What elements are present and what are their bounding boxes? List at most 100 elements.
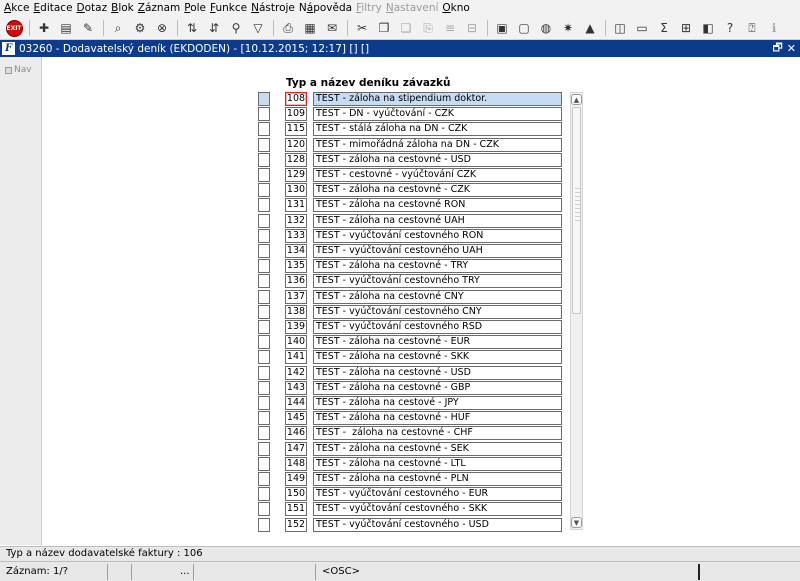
- table-row[interactable]: 149 TEST - záloha na cestovné - PLN: [258, 472, 566, 486]
- journal-code-field[interactable]: 147: [285, 441, 307, 456]
- journal-code-field[interactable]: 120: [285, 137, 307, 152]
- row-checkbox[interactable]: [258, 137, 270, 152]
- journal-name-field[interactable]: TEST - záloha na cestovné - LTL: [313, 456, 562, 471]
- row-checkbox[interactable]: [258, 502, 270, 517]
- row-checkbox[interactable]: [258, 304, 270, 319]
- table-row[interactable]: 108 TEST - záloha na stipendium doktor.: [258, 92, 566, 106]
- journal-code-field[interactable]: 142: [285, 365, 307, 380]
- journal-code-field[interactable]: 145: [285, 411, 307, 426]
- save-icon[interactable]: ✚: [34, 18, 54, 38]
- journal-code-field[interactable]: 144: [285, 396, 307, 410]
- globe-icon[interactable]: ◍: [536, 18, 556, 38]
- row-checkbox[interactable]: [258, 335, 270, 350]
- sum-icon[interactable]: Σ: [654, 18, 674, 38]
- journal-name-field[interactable]: TEST - záloha na cestovné UAH: [313, 213, 562, 228]
- table-row[interactable]: 144 TEST - záloha na cestové - JPY: [258, 396, 566, 410]
- journal-code-field[interactable]: 151: [285, 502, 307, 517]
- table-row[interactable]: 143 TEST - záloha na cestovné - GBP: [258, 380, 566, 395]
- table-row[interactable]: 132 TEST - záloha na cestovné UAH: [258, 213, 566, 228]
- journal-code-field[interactable]: 136: [285, 274, 307, 289]
- table-row[interactable]: 147 TEST - záloha na cestovné - SEK: [258, 441, 566, 456]
- journal-name-field[interactable]: TEST - záloha na cestovné - HUF: [313, 411, 562, 426]
- menu-item-0[interactable]: Akce: [4, 0, 34, 17]
- warning-icon[interactable]: ▲: [580, 18, 600, 38]
- duplicate-icon[interactable]: ⎘: [418, 18, 438, 38]
- vertical-scrollbar[interactable]: ▲ ▼: [570, 92, 583, 530]
- row-checkbox[interactable]: [258, 320, 270, 334]
- journal-name-field[interactable]: TEST - záloha na cestovné - SKK: [313, 350, 562, 365]
- journal-name-field[interactable]: TEST - vyúčtování cestovného - EUR: [313, 487, 562, 502]
- journal-code-field[interactable]: 149: [285, 472, 307, 486]
- table-row[interactable]: 152 TEST - vyúčtování cestovného - USD: [258, 517, 566, 532]
- journal-name-field[interactable]: TEST - mimořádná záloha na DN - CZK: [313, 137, 562, 152]
- exit-button[interactable]: EXIT: [4, 18, 24, 38]
- table-row[interactable]: 133 TEST - vyúčtování cestovného RON: [258, 228, 566, 243]
- menu-item-11[interactable]: Okno: [442, 0, 473, 17]
- journal-code-field[interactable]: 108: [285, 92, 307, 106]
- sort-descending-icon[interactable]: ⇵: [204, 18, 224, 38]
- table-row[interactable]: 136 TEST - vyúčtování cestovného TRY: [258, 274, 566, 289]
- journal-name-field[interactable]: TEST - záloha na cestovné - SEK: [313, 441, 562, 456]
- row-checkbox[interactable]: [258, 122, 270, 137]
- journal-code-field[interactable]: 131: [285, 198, 307, 213]
- table-row[interactable]: 131 TEST - záloha na cestovné RON: [258, 198, 566, 213]
- table-row[interactable]: 120 TEST - mimořádná záloha na DN - CZK: [258, 137, 566, 152]
- menu-item-7[interactable]: Nástroje: [251, 0, 299, 17]
- journal-name-field[interactable]: TEST - záloha na cestové - JPY: [313, 396, 562, 410]
- row-checkbox[interactable]: [258, 228, 270, 243]
- filter-icon[interactable]: ▽: [248, 18, 268, 38]
- restore-window-icon[interactable]: 🗗: [772, 39, 782, 58]
- scroll-thumb[interactable]: [572, 107, 581, 314]
- table-row[interactable]: 146 TEST - záloha na cestovné - CHF: [258, 426, 566, 441]
- document-icon[interactable]: ▢: [514, 18, 534, 38]
- table-row[interactable]: 129 TEST - cestovné - vyúčtování CZK: [258, 168, 566, 182]
- cut-icon[interactable]: ✂: [352, 18, 372, 38]
- calendar-icon[interactable]: ▣: [492, 18, 512, 38]
- journal-name-field[interactable]: TEST - záloha na cestovné - TRY: [313, 259, 562, 274]
- menu-item-4[interactable]: Záznam: [138, 0, 184, 17]
- journal-name-field[interactable]: TEST - záloha na cestovné CNY: [313, 289, 562, 304]
- journal-name-field[interactable]: TEST - vyúčtování cestovného - USD: [313, 517, 562, 532]
- star-icon[interactable]: ✷: [558, 18, 578, 38]
- journal-name-field[interactable]: TEST - záloha na cestovné RON: [313, 198, 562, 213]
- table-row[interactable]: 138 TEST - vyúčtování cestovného CNY: [258, 304, 566, 319]
- nav-button[interactable]: Nav: [5, 65, 32, 75]
- journal-name-field[interactable]: TEST - záloha na cestovné - PLN: [313, 472, 562, 486]
- row-checkbox[interactable]: [258, 289, 270, 304]
- row-checkbox[interactable]: [258, 365, 270, 380]
- journal-code-field[interactable]: 109: [285, 107, 307, 122]
- print-icon[interactable]: ⎙: [278, 18, 298, 38]
- journal-code-field[interactable]: 150: [285, 487, 307, 502]
- table-row[interactable]: 150 TEST - vyúčtování cestovného - EUR: [258, 487, 566, 502]
- journal-name-field[interactable]: TEST - vyúčtování cestovného UAH: [313, 244, 562, 258]
- menu-item-9[interactable]: Filtry: [356, 0, 386, 17]
- journal-name-field[interactable]: TEST - vyúčtování cestovného CNY: [313, 304, 562, 319]
- info-card-icon[interactable]: ◧: [698, 18, 718, 38]
- journal-code-field[interactable]: 128: [285, 152, 307, 167]
- table-row[interactable]: 128 TEST - záloha na cestovné - USD: [258, 152, 566, 167]
- journal-name-field[interactable]: TEST - záloha na cestovné - CHF: [313, 426, 562, 441]
- menu-item-2[interactable]: Dotaz: [77, 0, 112, 17]
- help-index-icon[interactable]: ⍰: [742, 18, 762, 38]
- journal-code-field[interactable]: 137: [285, 289, 307, 304]
- row-checkbox[interactable]: [258, 168, 270, 182]
- scroll-down-button[interactable]: ▼: [571, 517, 582, 528]
- table-row[interactable]: 141 TEST - záloha na cestovné - SKK: [258, 350, 566, 365]
- journal-name-field[interactable]: TEST - vyúčtování cestovného - SKK: [313, 502, 562, 517]
- table-row[interactable]: 109 TEST - DN - vyúčtování - CZK: [258, 107, 566, 122]
- export-icon[interactable]: ▦: [300, 18, 320, 38]
- row-checkbox[interactable]: [258, 517, 270, 532]
- journal-code-field[interactable]: 143: [285, 380, 307, 395]
- table-row[interactable]: 148 TEST - záloha na cestovné - LTL: [258, 456, 566, 471]
- table-row[interactable]: 145 TEST - záloha na cestovné - HUF: [258, 411, 566, 426]
- row-checkbox[interactable]: [258, 244, 270, 258]
- chart-icon[interactable]: ◫: [610, 18, 630, 38]
- row-checkbox[interactable]: [258, 92, 270, 106]
- row-checkbox[interactable]: [258, 213, 270, 228]
- table-row[interactable]: 134 TEST - vyúčtování cestovného UAH: [258, 244, 566, 258]
- spreadsheet-icon[interactable]: ⊞: [676, 18, 696, 38]
- journal-name-field[interactable]: TEST - stálá záloha na DN - CZK: [313, 122, 562, 137]
- print-preview-icon[interactable]: ▤: [56, 18, 76, 38]
- insert-record-icon[interactable]: ≡: [440, 18, 460, 38]
- table-row[interactable]: 142 TEST - záloha na cestovné - USD: [258, 365, 566, 380]
